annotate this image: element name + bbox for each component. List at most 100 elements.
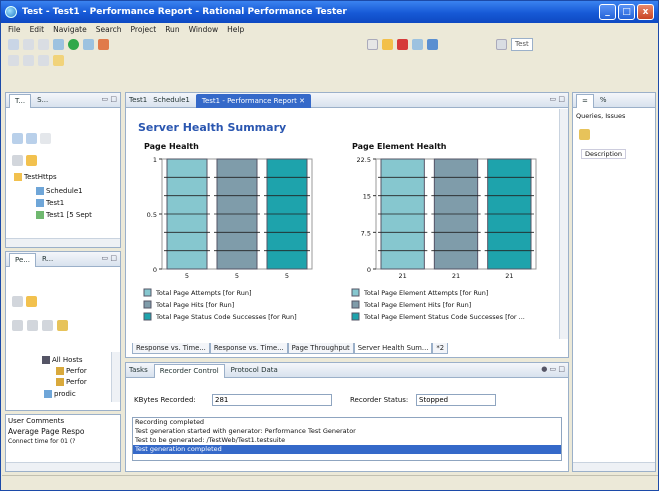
log-line[interactable]: Test generation completed — [133, 445, 561, 454]
external-tools-icon[interactable] — [83, 39, 94, 50]
tab-response-vs-time-1[interactable]: Response vs. Time... — [132, 343, 210, 354]
kbytes-field: 281 — [212, 394, 332, 406]
filter-icon[interactable] — [40, 133, 51, 144]
vertical-scrollbar[interactable] — [559, 109, 568, 339]
horizontal-scrollbar[interactable] — [6, 238, 120, 247]
tab-queries[interactable]: = — [576, 93, 594, 108]
column-description[interactable]: Description — [581, 149, 627, 159]
search-icon[interactable] — [98, 39, 109, 50]
report-icon — [36, 211, 44, 219]
legend-swatch — [143, 312, 152, 321]
view2-icon[interactable] — [26, 133, 37, 144]
tree-item[interactable]: Perfor — [56, 378, 87, 386]
forward-icon[interactable] — [53, 55, 64, 66]
report-heading: Server Health Summary — [138, 121, 287, 134]
toggle-icon[interactable] — [367, 39, 378, 50]
pencil-icon[interactable] — [382, 39, 393, 50]
horizontal-scrollbar[interactable] — [573, 462, 655, 471]
menu-project[interactable]: Project — [131, 25, 157, 34]
queries-issues-panel: = % Queries, Issues Description — [572, 92, 656, 472]
tool4-icon[interactable] — [57, 320, 68, 331]
arrow-icon[interactable] — [26, 296, 37, 307]
menu-edit[interactable]: Edit — [30, 25, 45, 34]
report-icon[interactable] — [427, 39, 438, 50]
collapse-icon[interactable] — [12, 155, 23, 166]
view-icon[interactable] — [12, 133, 23, 144]
maximize-button[interactable]: □ — [618, 4, 635, 20]
tool2-icon[interactable] — [27, 320, 38, 331]
tree-item[interactable]: Perfor — [56, 367, 87, 375]
tab-performance-report[interactable]: Test1 - Performance Report ✕ — [195, 93, 311, 108]
tab-recorder-control[interactable]: Recorder Control — [153, 363, 225, 378]
tree-item[interactable]: Test1 [5 Sept — [36, 211, 92, 219]
tab-test-navigator[interactable]: T... — [9, 93, 32, 108]
tab-server-health-summary[interactable]: Server Health Sum... — [353, 343, 433, 354]
menu-navigate[interactable]: Navigate — [53, 25, 87, 34]
recorder-control-panel: Tasks Recorder Control Protocol Data ● ▭… — [125, 362, 569, 472]
record-icon[interactable] — [397, 39, 408, 50]
save-icon[interactable] — [23, 39, 34, 50]
tab-more[interactable]: *2 — [432, 343, 449, 354]
new-icon[interactable] — [8, 39, 19, 50]
tree-item[interactable]: Test1 — [36, 199, 64, 207]
test-navigator-panel: T... S... ▭ □ TestHttps Schedule1 Test1 … — [5, 92, 121, 248]
menu-run[interactable]: Run — [165, 25, 179, 34]
x-tick-label: 21 — [505, 272, 513, 280]
tab-tasks[interactable]: Tasks — [129, 366, 148, 374]
tool-icon[interactable] — [12, 320, 23, 331]
tree-item[interactable]: TestHttps — [14, 173, 57, 181]
panel-minmax-icon[interactable]: ▭ □ — [102, 95, 117, 103]
x-tick-label: 5 — [285, 272, 289, 280]
tab-issues[interactable]: % — [600, 96, 607, 104]
print-icon[interactable] — [38, 39, 49, 50]
debug-icon[interactable] — [53, 39, 64, 50]
list-item[interactable]: Connect time for 01 (? — [8, 438, 75, 445]
status-bar — [2, 475, 658, 490]
toolbar-icon[interactable] — [579, 129, 590, 140]
y-tick-label: 22.5 — [357, 156, 371, 164]
tab-second[interactable]: S... — [37, 96, 48, 104]
list-item[interactable]: Average Page Respo — [8, 427, 84, 436]
folder-icon[interactable] — [26, 155, 37, 166]
tab-page-throughput[interactable]: Page Throughput — [287, 343, 354, 354]
legend-swatch — [143, 300, 152, 309]
tool3-icon[interactable] — [42, 320, 53, 331]
tab-protocol-data[interactable]: Protocol Data — [231, 366, 278, 374]
close-button[interactable]: x — [637, 4, 654, 20]
y-tick-label: 0.5 — [147, 211, 157, 219]
back-icon[interactable] — [38, 55, 49, 66]
tab-schedule1[interactable]: Schedule1 — [153, 96, 190, 104]
panel-minmax-icon[interactable]: ● ▭ □ — [541, 365, 565, 373]
tab-response-vs-time-2[interactable]: Response vs. Time... — [209, 343, 288, 354]
legend-label: Total Page Element Hits [for Run] — [363, 301, 471, 309]
vertical-scrollbar[interactable] — [111, 352, 120, 402]
menu-search[interactable]: Search — [96, 25, 122, 34]
perf-icon — [56, 378, 64, 386]
tab-performance[interactable]: Pe... — [9, 252, 36, 267]
y-tick-label: 7.5 — [361, 229, 371, 237]
perspective-test-button[interactable]: Test — [511, 38, 533, 51]
nav-icon[interactable] — [8, 55, 19, 66]
tree-item[interactable]: All Hosts — [42, 356, 83, 364]
tree-item[interactable]: Schedule1 — [36, 187, 83, 195]
tree-item[interactable]: prodic — [44, 390, 76, 398]
list-item[interactable]: User Comments — [8, 417, 64, 425]
panel-minmax-icon[interactable]: ▭ □ — [550, 95, 565, 103]
legend-swatch — [351, 288, 360, 297]
menu-file[interactable]: File — [8, 25, 21, 34]
panel-minmax-icon[interactable]: ▭ □ — [102, 254, 117, 262]
tab-test1[interactable]: Test1 — [129, 96, 147, 104]
host-icon — [42, 356, 50, 364]
x-tick-label: 5 — [235, 272, 239, 280]
home-icon[interactable] — [12, 296, 23, 307]
nav-menu-icon[interactable] — [23, 55, 34, 66]
menu-help[interactable]: Help — [227, 25, 244, 34]
horizontal-scrollbar[interactable] — [6, 462, 120, 471]
tab-resources[interactable]: R... — [42, 255, 53, 263]
open-perspective-icon[interactable] — [496, 39, 507, 50]
minimize-button[interactable]: _ — [599, 4, 616, 20]
run-icon[interactable] — [68, 39, 79, 50]
menu-window[interactable]: Window — [189, 25, 219, 34]
generate-icon[interactable] — [412, 39, 423, 50]
window-title: Test - Test1 - Performance Report - Rati… — [22, 7, 347, 17]
